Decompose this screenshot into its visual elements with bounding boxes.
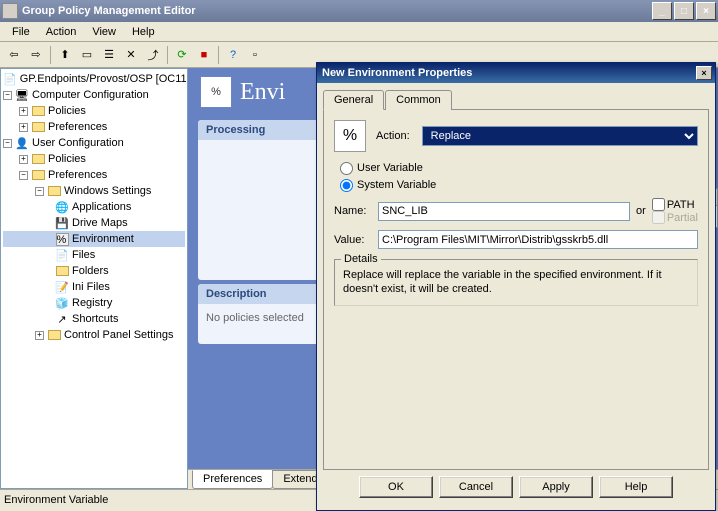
- menu-file[interactable]: File: [4, 24, 38, 40]
- radio-system-variable[interactable]: System Variable: [340, 179, 436, 191]
- show-hide-button[interactable]: ▭: [77, 45, 97, 65]
- tree-shortcuts[interactable]: ↗Shortcuts: [3, 311, 185, 327]
- details-text: Replace will replace the variable in the…: [343, 268, 689, 297]
- partial-checkbox: Partial: [652, 211, 698, 224]
- menu-help[interactable]: Help: [124, 24, 163, 40]
- environment-icon: %: [200, 76, 232, 108]
- ok-button[interactable]: OK: [359, 476, 433, 498]
- tab-preferences[interactable]: Preferences: [192, 470, 273, 489]
- tree-uc-policies[interactable]: +Policies: [3, 151, 185, 167]
- page-title: Envi: [240, 79, 285, 106]
- action-label: Action:: [376, 130, 410, 142]
- menu-view[interactable]: View: [84, 24, 124, 40]
- cancel-button[interactable]: Cancel: [439, 476, 513, 498]
- properties-button[interactable]: ☰: [99, 45, 119, 65]
- close-button[interactable]: ×: [696, 2, 716, 20]
- properties-dialog: New Environment Properties × General Com…: [316, 62, 716, 511]
- apply-button[interactable]: Apply: [519, 476, 593, 498]
- tree-files[interactable]: 📄Files: [3, 247, 185, 263]
- maximize-button[interactable]: □: [674, 2, 694, 20]
- tree-registry[interactable]: 🧊Registry: [3, 295, 185, 311]
- radio-user-variable[interactable]: User Variable: [340, 162, 423, 174]
- minimize-button[interactable]: _: [652, 2, 672, 20]
- path-checkbox[interactable]: PATH: [652, 198, 698, 211]
- tab-general[interactable]: General: [323, 90, 384, 110]
- refresh-button[interactable]: ⟳: [172, 45, 192, 65]
- dialog-close-button[interactable]: ×: [696, 66, 712, 80]
- tree-control-panel[interactable]: +Control Panel Settings: [3, 327, 185, 343]
- menu-action[interactable]: Action: [38, 24, 85, 40]
- forward-button[interactable]: ⇨: [26, 45, 46, 65]
- delete-button[interactable]: ✕: [121, 45, 141, 65]
- tree-folders[interactable]: Folders: [3, 263, 185, 279]
- options-button[interactable]: ▫: [245, 45, 265, 65]
- menubar: File Action View Help: [0, 22, 718, 42]
- dialog-title: New Environment Properties: [320, 67, 696, 79]
- tree-user-config[interactable]: −👤User Configuration: [3, 135, 185, 151]
- app-icon: [2, 3, 18, 19]
- tab-common[interactable]: Common: [385, 90, 452, 110]
- help-icon[interactable]: ?: [223, 45, 243, 65]
- tree-ini-files[interactable]: 📝Ini Files: [3, 279, 185, 295]
- dialog-titlebar[interactable]: New Environment Properties ×: [317, 63, 715, 83]
- help-button[interactable]: Help: [599, 476, 673, 498]
- tree-windows-settings[interactable]: −Windows Settings: [3, 183, 185, 199]
- tree-pane: 📄GP.Endpoints/Provost/OSP [OC11D −🖥Compu…: [0, 68, 188, 489]
- action-select[interactable]: Replace: [422, 126, 698, 146]
- value-input[interactable]: [378, 230, 698, 249]
- tree-root[interactable]: 📄GP.Endpoints/Provost/OSP [OC11D: [3, 71, 185, 87]
- tree-uc-preferences[interactable]: −Preferences: [3, 167, 185, 183]
- details-group: Details Replace will replace the variabl…: [334, 259, 698, 306]
- tree-computer-config[interactable]: −🖥Computer Configuration: [3, 87, 185, 103]
- stop-button[interactable]: ■: [194, 45, 214, 65]
- or-label: or: [636, 205, 646, 217]
- back-button[interactable]: ⇦: [4, 45, 24, 65]
- name-label: Name:: [334, 205, 378, 217]
- details-legend: Details: [341, 253, 381, 265]
- name-input[interactable]: [378, 202, 630, 221]
- value-label: Value:: [334, 234, 378, 246]
- window-titlebar: Group Policy Management Editor _ □ ×: [0, 0, 718, 22]
- tree-applications[interactable]: 🌐Applications: [3, 199, 185, 215]
- up-button[interactable]: ⬆: [55, 45, 75, 65]
- tree-cc-policies[interactable]: +Policies: [3, 103, 185, 119]
- window-title: Group Policy Management Editor: [22, 5, 650, 17]
- percent-icon: %: [334, 120, 366, 152]
- tree-drive-maps[interactable]: 💾Drive Maps: [3, 215, 185, 231]
- tree-cc-preferences[interactable]: +Preferences: [3, 119, 185, 135]
- tree-environment[interactable]: %Environment: [3, 231, 185, 247]
- export-button[interactable]: ⤴: [143, 45, 163, 65]
